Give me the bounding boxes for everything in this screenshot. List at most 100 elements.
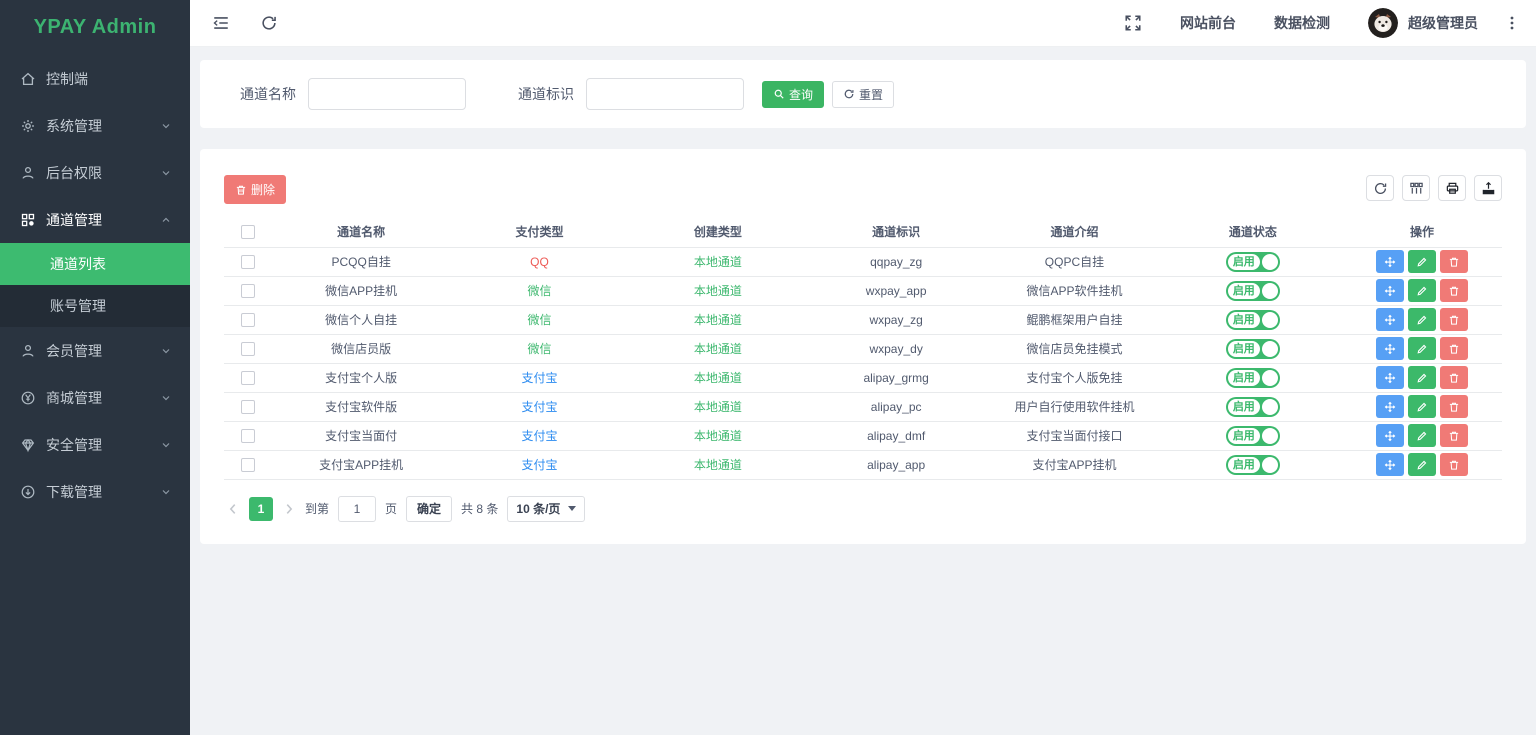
edit-row-button[interactable]	[1408, 395, 1436, 418]
delete-row-button[interactable]	[1440, 250, 1468, 273]
cell-channel-code: wxpay_app	[807, 276, 985, 305]
sidebar-subitem-channel-list[interactable]: 通道列表	[0, 243, 190, 285]
delete-row-button[interactable]	[1440, 395, 1468, 418]
refresh-page-icon[interactable]	[260, 14, 278, 32]
delete-row-button[interactable]	[1440, 453, 1468, 476]
fullscreen-icon[interactable]	[1124, 14, 1142, 32]
select-all-checkbox[interactable]	[241, 225, 255, 239]
page-1-button[interactable]: 1	[249, 497, 273, 521]
sidebar-item-downloads[interactable]: 下载管理	[0, 468, 190, 515]
row-checkbox[interactable]	[241, 284, 255, 298]
sidebar-item-mall[interactable]: 商城管理	[0, 374, 190, 421]
cell-channel-name: PCQQ自挂	[272, 247, 450, 276]
move-row-button[interactable]	[1376, 250, 1404, 273]
col-channel-code: 通道标识	[807, 216, 985, 247]
cell-channel-code: wxpay_dy	[807, 334, 985, 363]
chevron-down-icon	[160, 392, 172, 404]
edit-row-button[interactable]	[1408, 279, 1436, 302]
cell-channel-code: qqpay_zg	[807, 247, 985, 276]
data-check-link[interactable]: 数据检测	[1274, 13, 1330, 33]
delete-row-button[interactable]	[1440, 279, 1468, 302]
status-toggle[interactable]: 启用	[1226, 397, 1280, 417]
sidebar-item-label: 控制端	[46, 69, 88, 89]
cell-create-type: 本地通道	[629, 392, 807, 421]
move-row-button[interactable]	[1376, 424, 1404, 447]
sidebar-subitem-label: 通道列表	[50, 254, 106, 274]
sidebar-item-label: 下载管理	[46, 482, 102, 502]
edit-row-button[interactable]	[1408, 308, 1436, 331]
username-label[interactable]: 超级管理员	[1408, 13, 1478, 33]
move-icon	[1384, 430, 1396, 442]
sidebar-item-console[interactable]: 控制端	[0, 55, 190, 102]
edit-row-button[interactable]	[1408, 337, 1436, 360]
move-icon	[1384, 285, 1396, 297]
avatar[interactable]	[1368, 8, 1398, 38]
sidebar-item-channels[interactable]: 通道管理	[0, 196, 190, 243]
move-row-button[interactable]	[1376, 279, 1404, 302]
move-row-button[interactable]	[1376, 395, 1404, 418]
edit-row-button[interactable]	[1408, 453, 1436, 476]
goto-page-input[interactable]	[338, 496, 376, 522]
status-label: 启用	[1228, 312, 1260, 328]
goto-confirm-button[interactable]: 确定	[406, 496, 452, 522]
cell-channel-intro: 支付宝当面付接口	[985, 421, 1163, 450]
channels-icon	[20, 212, 36, 228]
delete-row-button[interactable]	[1440, 366, 1468, 389]
chevron-down-icon	[160, 486, 172, 498]
trash-icon	[1448, 343, 1460, 355]
reset-icon	[843, 88, 855, 100]
move-row-button[interactable]	[1376, 337, 1404, 360]
status-toggle[interactable]: 启用	[1226, 368, 1280, 388]
page-size-select[interactable]: 10 条/页	[507, 496, 585, 522]
status-toggle[interactable]: 启用	[1226, 426, 1280, 446]
status-toggle[interactable]: 启用	[1226, 252, 1280, 272]
status-toggle[interactable]: 启用	[1226, 281, 1280, 301]
edit-row-button[interactable]	[1408, 250, 1436, 273]
cell-channel-intro: 支付宝APP挂机	[985, 450, 1163, 479]
column-settings-icon[interactable]	[1402, 175, 1430, 201]
print-icon[interactable]	[1438, 175, 1466, 201]
row-checkbox[interactable]	[241, 429, 255, 443]
sidebar-item-permissions[interactable]: 后台权限	[0, 149, 190, 196]
cell-channel-name: 支付宝软件版	[272, 392, 450, 421]
user-icon	[20, 343, 36, 359]
row-checkbox[interactable]	[241, 342, 255, 356]
row-checkbox[interactable]	[241, 400, 255, 414]
app-logo: YPAY Admin	[0, 0, 190, 55]
more-options-icon[interactable]	[1504, 15, 1520, 31]
status-toggle[interactable]: 启用	[1226, 455, 1280, 475]
edit-row-button[interactable]	[1408, 366, 1436, 389]
refresh-table-icon[interactable]	[1366, 175, 1394, 201]
delete-row-button[interactable]	[1440, 308, 1468, 331]
channel-name-input[interactable]	[308, 78, 466, 110]
prev-page-icon[interactable]	[226, 502, 240, 516]
status-toggle[interactable]: 启用	[1226, 310, 1280, 330]
delete-row-button[interactable]	[1440, 424, 1468, 447]
next-page-icon[interactable]	[282, 502, 296, 516]
sidebar-item-security[interactable]: 安全管理	[0, 421, 190, 468]
row-checkbox[interactable]	[241, 313, 255, 327]
row-checkbox[interactable]	[241, 458, 255, 472]
table-body: PCQQ自挂QQ本地通道qqpay_zgQQPC自挂启用微信APP挂机微信本地通…	[224, 247, 1502, 479]
row-checkbox[interactable]	[241, 371, 255, 385]
reset-button[interactable]: 重置	[832, 81, 894, 108]
export-icon[interactable]	[1474, 175, 1502, 201]
channel-code-input[interactable]	[586, 78, 744, 110]
move-row-button[interactable]	[1376, 366, 1404, 389]
cell-channel-intro: 用户自行使用软件挂机	[985, 392, 1163, 421]
row-checkbox[interactable]	[241, 255, 255, 269]
move-row-button[interactable]	[1376, 453, 1404, 476]
site-frontend-link[interactable]: 网站前台	[1180, 13, 1236, 33]
cell-channel-name: 微信店员版	[272, 334, 450, 363]
collapse-sidebar-icon[interactable]	[212, 14, 230, 32]
edit-row-button[interactable]	[1408, 424, 1436, 447]
sidebar-item-members[interactable]: 会员管理	[0, 327, 190, 374]
delete-row-button[interactable]	[1440, 337, 1468, 360]
search-button[interactable]: 查询	[762, 81, 824, 108]
sidebar-subitem-account-management[interactable]: 账号管理	[0, 285, 190, 327]
cell-pay-type: 支付宝	[450, 392, 628, 421]
move-row-button[interactable]	[1376, 308, 1404, 331]
status-toggle[interactable]: 启用	[1226, 339, 1280, 359]
bulk-delete-button[interactable]: 删除	[224, 175, 286, 204]
sidebar-item-system[interactable]: 系统管理	[0, 102, 190, 149]
